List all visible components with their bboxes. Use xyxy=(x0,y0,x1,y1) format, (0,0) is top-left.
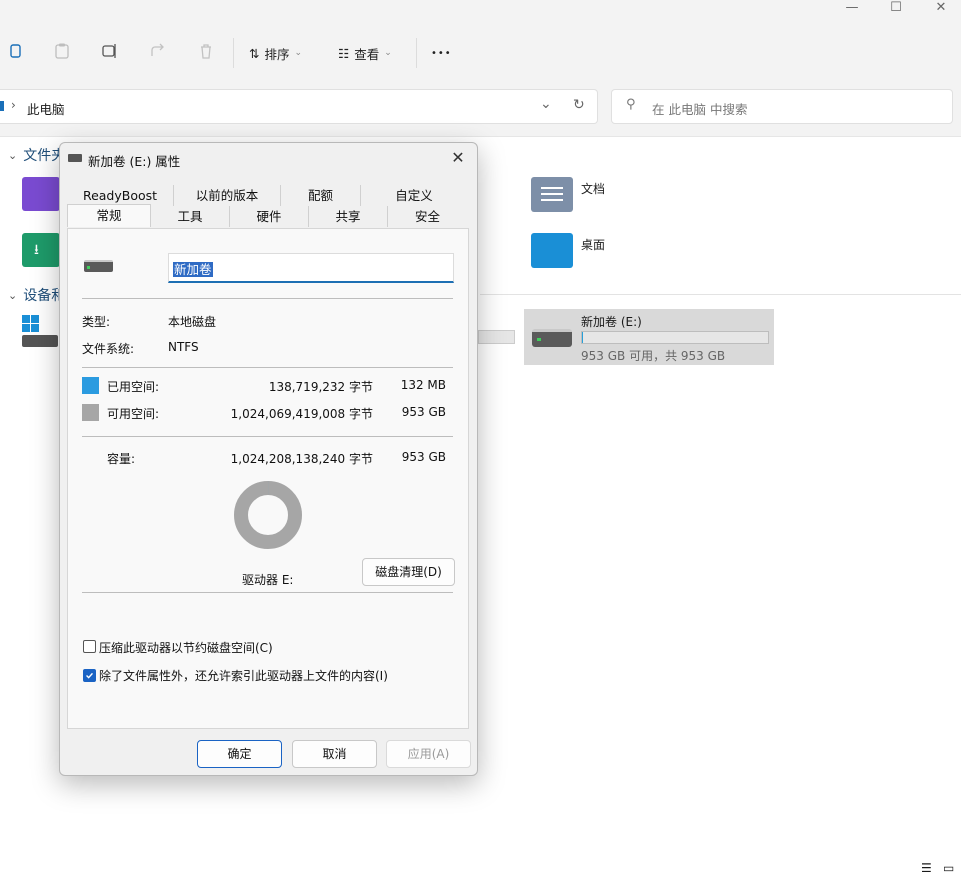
share-icon[interactable] xyxy=(149,42,169,62)
tab-hardware[interactable]: 硬件 xyxy=(230,206,309,227)
hard-drive-icon xyxy=(84,260,113,272)
type-value: 本地磁盘 xyxy=(168,315,217,329)
folder-label: 文档 xyxy=(581,182,606,196)
view-label: 查看 xyxy=(354,46,380,62)
compress-label[interactable]: 压缩此驱动器以节约磁盘空间(C) xyxy=(99,639,273,656)
folders-section-header[interactable]: ⌄ 文件夹 xyxy=(8,145,65,165)
close-window-button[interactable]: ✕ xyxy=(918,0,961,20)
used-space-bytes: 138,719,232 字节 xyxy=(268,380,373,394)
apply-button[interactable]: 应用(A) xyxy=(386,740,471,768)
chevron-down-icon: ⌄ xyxy=(8,148,18,162)
sort-button[interactable]: ⇅ 排序 ⌄ xyxy=(249,43,302,63)
cancel-button[interactable]: 取消 xyxy=(292,740,377,768)
view-button[interactable]: ☷ 查看 ⌄ xyxy=(338,43,392,63)
divider xyxy=(82,298,453,299)
drive-e-tile[interactable]: 新加卷 (E:) 953 GB 可用，共 953 GB xyxy=(524,309,774,365)
free-space-label: 可用空间: xyxy=(107,407,160,421)
hard-drive-icon xyxy=(532,329,572,347)
windows-drive-icon[interactable] xyxy=(22,315,58,349)
filesystem-value: NTFS xyxy=(168,340,199,354)
capacity-bytes: 1,024,208,138,240 字节 xyxy=(230,452,373,466)
search-box[interactable]: ⚲ 在 此电脑 中搜索 xyxy=(611,89,953,124)
tab-quota[interactable]: 配额 xyxy=(281,185,361,206)
used-space-size: 132 MB xyxy=(400,378,446,392)
toolbar-separator xyxy=(416,38,417,68)
capacity-label: 容量: xyxy=(107,452,136,466)
videos-folder-icon[interactable] xyxy=(22,177,60,211)
used-space-label: 已用空间: xyxy=(107,380,160,394)
search-input[interactable]: 在 此电脑 中搜索 xyxy=(652,99,747,118)
close-dialog-button[interactable]: ✕ xyxy=(447,147,469,169)
capacity-size: 953 GB xyxy=(401,450,446,464)
drive-letter-label: 驱动器 E: xyxy=(242,573,294,587)
more-options-button[interactable]: ••• xyxy=(431,43,452,63)
search-icon: ⚲ xyxy=(626,97,636,112)
tab-row-lower: 常规 工具 硬件 共享 安全 xyxy=(67,204,467,227)
ok-button[interactable]: 确定 xyxy=(197,740,282,768)
paste-icon[interactable] xyxy=(53,42,73,62)
devices-section-header[interactable]: ⌄ 设备和 xyxy=(8,285,65,305)
chevron-down-icon: ⌄ xyxy=(384,48,392,58)
tab-row-upper: ReadyBoost 以前的版本 配额 自定义 xyxy=(67,185,467,206)
free-space-size: 953 GB xyxy=(401,405,446,419)
refresh-icon[interactable]: ↻ xyxy=(573,97,585,113)
disk-usage-donut xyxy=(234,481,302,549)
free-space-swatch xyxy=(82,404,99,421)
tab-previous-versions[interactable]: 以前的版本 xyxy=(174,185,281,206)
divider xyxy=(82,592,453,593)
compress-checkbox[interactable] xyxy=(83,640,96,653)
properties-dialog: 新加卷 (E:) 属性 ✕ ReadyBoost 以前的版本 配额 自定义 常规… xyxy=(59,142,478,776)
drive-title-icon xyxy=(68,154,82,162)
breadcrumb-chevron-icon: › xyxy=(11,98,16,112)
tab-tools[interactable]: 工具 xyxy=(151,206,230,227)
history-dropdown-icon[interactable]: ⌄ xyxy=(540,96,552,112)
delete-icon[interactable] xyxy=(197,42,217,62)
address-bar[interactable]: › 此电脑 ⌄ ↻ xyxy=(0,89,598,124)
copy-icon[interactable] xyxy=(6,42,26,62)
tab-sharing[interactable]: 共享 xyxy=(309,206,388,227)
disk-cleanup-button[interactable]: 磁盘清理(D) xyxy=(362,558,455,586)
chevron-down-icon: ⌄ xyxy=(294,48,303,58)
sort-icon: ⇅ xyxy=(249,45,260,61)
desktop-folder-icon xyxy=(531,233,573,268)
index-checkbox[interactable] xyxy=(83,669,96,682)
downloads-folder-icon[interactable]: ⭳ xyxy=(22,233,60,267)
volume-name-value: 新加卷 xyxy=(173,262,213,277)
folder-label: 桌面 xyxy=(581,238,606,252)
rename-icon[interactable] xyxy=(101,42,121,62)
tab-customize[interactable]: 自定义 xyxy=(361,185,467,206)
documents-folder-icon xyxy=(531,177,573,212)
toolbar-separator xyxy=(233,38,234,68)
details-view-icon[interactable]: ☰ xyxy=(921,861,932,875)
minimize-button[interactable]: — xyxy=(829,0,875,20)
drive-c-bar-fragment xyxy=(478,330,515,344)
view-icon: ☷ xyxy=(338,45,350,61)
tab-security[interactable]: 安全 xyxy=(388,206,467,227)
divider xyxy=(82,436,453,437)
drive-usage-bar xyxy=(581,331,769,344)
chevron-down-icon: ⌄ xyxy=(8,288,18,302)
divider xyxy=(82,367,453,368)
volume-name-input[interactable]: 新加卷 xyxy=(168,253,454,283)
tab-general[interactable]: 常规 xyxy=(67,204,151,227)
dialog-title: 新加卷 (E:) 属性 xyxy=(88,154,181,169)
section-divider xyxy=(480,294,961,295)
type-label: 类型: xyxy=(82,315,111,329)
sort-label: 排序 xyxy=(264,46,290,62)
drive-space-text: 953 GB 可用，共 953 GB xyxy=(581,349,726,363)
index-label[interactable]: 除了文件属性外，还允许索引此驱动器上文件的内容(I) xyxy=(99,667,388,684)
free-space-bytes: 1,024,069,419,008 字节 xyxy=(230,407,373,421)
tiles-view-icon[interactable]: ▭ xyxy=(943,861,954,875)
drive-name: 新加卷 (E:) xyxy=(581,315,642,329)
used-space-swatch xyxy=(82,377,99,394)
filesystem-label: 文件系统: xyxy=(82,342,135,356)
breadcrumb-item-this-pc[interactable]: 此电脑 xyxy=(27,99,65,118)
pc-icon xyxy=(0,101,4,111)
tab-readyboost[interactable]: ReadyBoost xyxy=(67,185,174,206)
maximize-button[interactable]: ☐ xyxy=(873,0,919,20)
